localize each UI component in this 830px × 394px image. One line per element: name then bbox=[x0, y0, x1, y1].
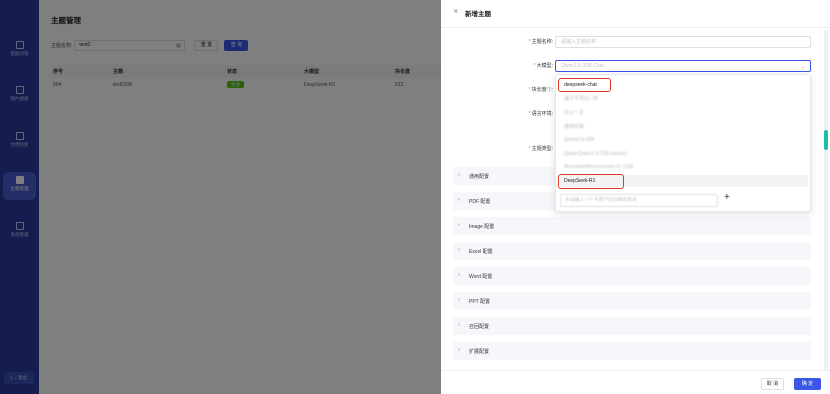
section-recall[interactable]: › 召回配置 bbox=[453, 317, 811, 335]
section-image[interactable]: › Image 配置 bbox=[453, 217, 811, 235]
close-icon[interactable]: × bbox=[453, 6, 458, 16]
cancel-button[interactable]: 取 消 bbox=[761, 378, 784, 390]
confirm-button[interactable]: 确 定 bbox=[794, 378, 821, 390]
field-topic-name: *主题名称: 请输入主题名称 bbox=[441, 36, 830, 48]
chevron-right-icon: › bbox=[458, 222, 460, 228]
field-label: *大模型: bbox=[533, 63, 553, 69]
placeholder: Qwen1.5-32B-Chat bbox=[561, 63, 604, 69]
section-label: 通用配置 bbox=[469, 174, 490, 180]
chevron-right-icon: › bbox=[458, 272, 460, 278]
section-excel[interactable]: › Excel 配置 bbox=[453, 242, 811, 260]
section-label: 扩展配置 bbox=[469, 349, 490, 355]
highlight-box bbox=[558, 78, 611, 92]
option-item[interactable]: 文心一言 bbox=[560, 107, 808, 119]
field-label: *主题类型: bbox=[528, 146, 553, 152]
chevron-right-icon: › bbox=[458, 247, 460, 253]
modal-overlay[interactable] bbox=[0, 0, 441, 394]
chevron-right-icon: › bbox=[458, 197, 460, 203]
section-label: Excel 配置 bbox=[469, 249, 493, 255]
field-model: *大模型: Qwen1.5-32B-Chat ⌄ bbox=[441, 60, 830, 72]
new-topic-drawer: × 新增主题 *主题名称: 请输入主题名称 *大模型: Qwen1.5-32B-… bbox=[441, 0, 830, 394]
option-item[interactable]: Qwen2.5-32B bbox=[560, 134, 808, 146]
option-item[interactable]: Qwen/Qwen2.5-32B-Instruct bbox=[560, 148, 808, 160]
chevron-down-icon: ⌄ bbox=[800, 64, 805, 70]
option-item[interactable]: 通用问答 bbox=[560, 121, 808, 133]
scrollbar-track[interactable] bbox=[824, 30, 828, 370]
section-label: Image 配置 bbox=[469, 224, 495, 230]
chevron-right-icon: › bbox=[458, 347, 460, 353]
field-label: *语言环境: bbox=[528, 111, 553, 117]
label-text: 块长度①: bbox=[531, 87, 553, 93]
option-item[interactable]: MoonshotAI/moonshot-v1-128k bbox=[560, 161, 808, 173]
label-text: 主题名称: bbox=[531, 39, 553, 45]
add-option-button[interactable]: + bbox=[724, 192, 730, 203]
model-dropdown: deepseek-chat 通义千问VL-7B 文心一言 通用问答 Qwen2.… bbox=[555, 74, 811, 212]
label-text: 语言环境: bbox=[531, 111, 553, 117]
chevron-right-icon: › bbox=[458, 322, 460, 328]
placeholder: 请输入主题名称 bbox=[561, 39, 597, 45]
section-word[interactable]: › Word 配置 bbox=[453, 267, 811, 285]
scrollbar-thumb[interactable] bbox=[824, 130, 828, 150]
drawer-footer: 取 消 确 定 bbox=[441, 370, 830, 394]
highlight-box bbox=[558, 174, 624, 189]
section-label: PPT 配置 bbox=[469, 299, 491, 305]
chevron-right-icon: › bbox=[458, 172, 460, 178]
label-text: 大模型: bbox=[536, 63, 553, 69]
section-label: 召回配置 bbox=[469, 324, 490, 330]
section-label: PDF 配置 bbox=[469, 199, 491, 205]
chevron-right-icon: › bbox=[458, 297, 460, 303]
field-label: *主题名称: bbox=[528, 39, 553, 45]
field-label: *块长度①: bbox=[528, 87, 553, 93]
section-label: Word 配置 bbox=[469, 274, 493, 280]
custom-option-input[interactable]: 手动输入一个不再下拉列表的答案 bbox=[560, 194, 718, 207]
label-text: 主题类型: bbox=[531, 146, 553, 152]
option-item[interactable]: 通义千问VL-7B bbox=[560, 93, 808, 105]
drawer-header: × 新增主题 bbox=[441, 0, 830, 28]
topic-name-input[interactable]: 请输入主题名称 bbox=[555, 36, 811, 48]
section-ppt[interactable]: › PPT 配置 bbox=[453, 292, 811, 310]
model-select[interactable]: Qwen1.5-32B-Chat ⌄ bbox=[555, 60, 811, 72]
drawer-title: 新增主题 bbox=[465, 11, 491, 18]
section-extension[interactable]: › 扩展配置 bbox=[453, 342, 811, 360]
